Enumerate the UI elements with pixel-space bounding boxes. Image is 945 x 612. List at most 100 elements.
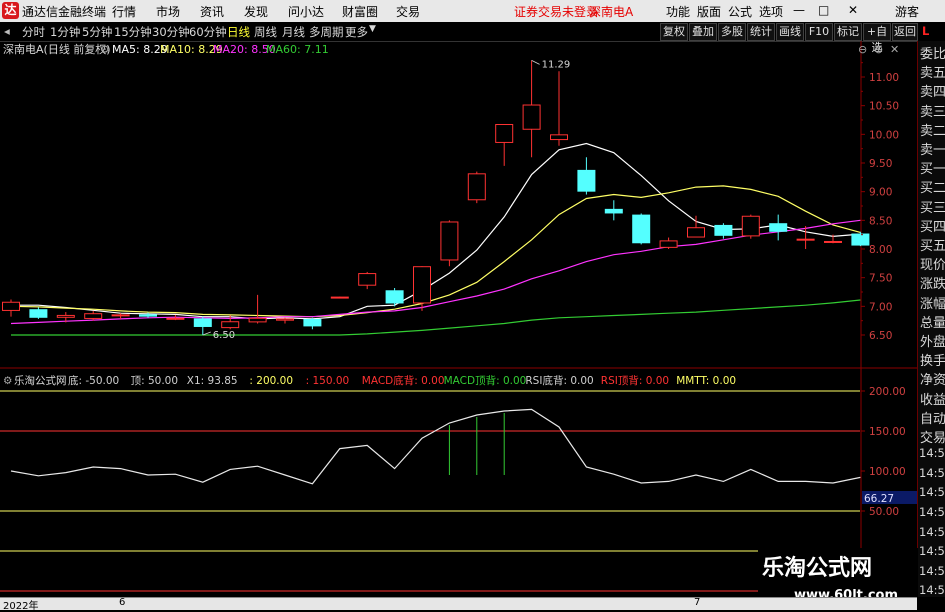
indicator-legend-field: 顶: 50.00 xyxy=(131,375,178,387)
candle-body xyxy=(330,296,349,299)
candle-body xyxy=(824,240,842,243)
adjust-button[interactable]: 复权 xyxy=(660,23,688,41)
candle-body xyxy=(467,173,486,201)
quote-panel-item[interactable]: 自动 xyxy=(920,408,945,427)
quote-panel-item[interactable]: 买二 xyxy=(920,177,945,196)
quote-panel-item[interactable]: 换手 xyxy=(920,350,945,369)
quote-panel-item[interactable]: 卖二 xyxy=(920,120,945,139)
candle-body xyxy=(385,290,404,304)
period-tab-15min[interactable]: 15分钟 xyxy=(114,24,152,40)
period-tab-multi[interactable]: 多周期 xyxy=(309,24,344,40)
quote-panel-item[interactable]: 收益 xyxy=(920,389,945,408)
draw-line-button[interactable]: 画线 xyxy=(776,23,804,41)
settings-gear-icon[interactable]: ⚙ xyxy=(100,43,110,56)
menu-function[interactable]: 功能 xyxy=(666,3,690,20)
quote-panel-item[interactable]: 买一 xyxy=(920,158,945,177)
minimize-icon[interactable]: — xyxy=(793,3,805,17)
quote-panel-item[interactable]: 总量 xyxy=(920,312,945,331)
year-label: 2022年 xyxy=(3,601,39,612)
candle xyxy=(2,299,20,317)
menu-formula[interactable]: 公式 xyxy=(728,3,752,20)
mark-button[interactable]: 标记 xyxy=(834,23,862,41)
candle xyxy=(248,294,267,324)
period-tab-monthly[interactable]: 月线 xyxy=(282,24,305,40)
chart-area[interactable]: 11.29 6.50 6.50 7.00 7.50 8.00 8.50 9.00 9.50 10… xyxy=(0,41,917,597)
close-icon[interactable]: ✕ xyxy=(848,3,858,17)
ma60-legend: MA60: 7.11 xyxy=(266,43,329,56)
menu-options[interactable]: 选项 xyxy=(759,3,783,20)
menu-news[interactable]: 资讯 xyxy=(200,3,224,20)
candle xyxy=(522,60,541,158)
quote-panel-item[interactable]: 卖四 xyxy=(920,81,945,100)
candle-body xyxy=(769,223,788,232)
quote-panel-item[interactable]: 卖三 xyxy=(920,101,945,120)
f10-button[interactable]: F10 xyxy=(805,23,833,41)
chevron-down-icon[interactable]: ▼ xyxy=(369,24,376,34)
indicator-tick-label: 150.00 xyxy=(869,426,906,438)
trade-time-item[interactable]: 14:56 xyxy=(919,485,945,499)
period-tab-daily[interactable]: 日线 xyxy=(227,24,250,40)
indicator-tick-label: 50.00 xyxy=(869,506,899,518)
period-tab-60min[interactable]: 60分钟 xyxy=(189,24,227,40)
menu-layout[interactable]: 版面 xyxy=(697,3,721,20)
quote-panel-item[interactable]: 涨跌 xyxy=(920,273,945,292)
multi-stock-button[interactable]: 多股 xyxy=(718,23,746,41)
trade-time-item[interactable]: 14:56 xyxy=(919,505,945,519)
restore-icon[interactable]: □ xyxy=(818,3,829,17)
zoom-in-icon[interactable]: ⊕ xyxy=(874,43,883,56)
trade-time-item[interactable]: 14:56 xyxy=(919,466,945,480)
quote-panel-item[interactable]: 委比 xyxy=(920,43,945,62)
quote-panel-item[interactable]: 净资 xyxy=(920,369,945,388)
candle-body xyxy=(851,233,870,246)
guest-label[interactable]: 游客 xyxy=(895,3,919,20)
add-watchlist-button[interactable]: +自选 xyxy=(863,23,891,54)
quote-panel-item[interactable]: 买五 xyxy=(920,235,945,254)
ma10-line xyxy=(10,185,861,318)
ma20-line xyxy=(10,219,861,325)
statistics-button[interactable]: 统计 xyxy=(747,23,775,41)
price-tick-label: 10.50 xyxy=(869,101,899,113)
period-tab-more[interactable]: 更多 xyxy=(345,24,368,40)
sub-settings-gear-icon[interactable]: ⚙ xyxy=(3,375,12,387)
quote-panel-item[interactable]: 卖五 xyxy=(920,62,945,81)
candle xyxy=(659,237,678,249)
menu-wealth-circle[interactable]: 财富圈 xyxy=(342,3,378,20)
menu-quotes[interactable]: 行情 xyxy=(112,3,136,20)
quote-panel-item[interactable]: 涨幅 xyxy=(920,293,945,312)
candle-body xyxy=(111,314,130,317)
candle xyxy=(604,200,623,221)
trade-time-item[interactable]: 14:56 xyxy=(919,525,945,539)
toolbar-arrow-icon[interactable]: ◂ xyxy=(4,24,10,38)
quote-panel-item[interactable]: 买四 xyxy=(920,216,945,235)
quote-panel-item[interactable]: 外盘 xyxy=(920,331,945,350)
app-title: 通达信金融终端 xyxy=(22,5,107,19)
period-tab-5min[interactable]: 5分钟 xyxy=(82,24,112,40)
price-tick-label: 9.50 xyxy=(869,158,892,170)
candle-body xyxy=(495,124,514,143)
menu-market[interactable]: 市场 xyxy=(156,3,180,20)
trade-time-item[interactable]: 14:56 xyxy=(919,446,945,460)
overlay-button[interactable]: 叠加 xyxy=(689,23,717,41)
maximize-icon[interactable]: ✕ xyxy=(890,43,899,56)
login-notice[interactable]: 证券交易未登录 xyxy=(514,3,598,20)
quote-panel-item[interactable]: 买三 xyxy=(920,197,945,216)
menu-ask[interactable]: 问小达 xyxy=(288,3,324,20)
quote-panel-item[interactable]: 现价 xyxy=(920,254,945,273)
back-button[interactable]: 返回 xyxy=(892,23,918,41)
candle xyxy=(741,214,760,239)
quote-panel-item[interactable]: 交易 xyxy=(920,427,945,446)
trade-time-item[interactable]: 14:56 xyxy=(919,583,945,597)
price-tick-label: 7.50 xyxy=(869,273,892,285)
month-label-7: 7 xyxy=(694,597,701,608)
sub-chart-marks xyxy=(10,408,861,485)
candle xyxy=(632,213,651,245)
period-tab-timeshare[interactable]: 分时 xyxy=(22,24,45,40)
period-tab-30min[interactable]: 30分钟 xyxy=(152,24,190,40)
extreme-price-label: 11.29 xyxy=(542,59,571,70)
period-tab-1min[interactable]: 1分钟 xyxy=(50,24,80,40)
zoom-out-icon[interactable]: ⊖ xyxy=(858,43,867,56)
menu-discover[interactable]: 发现 xyxy=(244,3,268,20)
menu-trade[interactable]: 交易 xyxy=(396,3,420,20)
period-tab-weekly[interactable]: 周线 xyxy=(254,24,277,40)
quote-panel-item[interactable]: 卖一 xyxy=(920,139,945,158)
